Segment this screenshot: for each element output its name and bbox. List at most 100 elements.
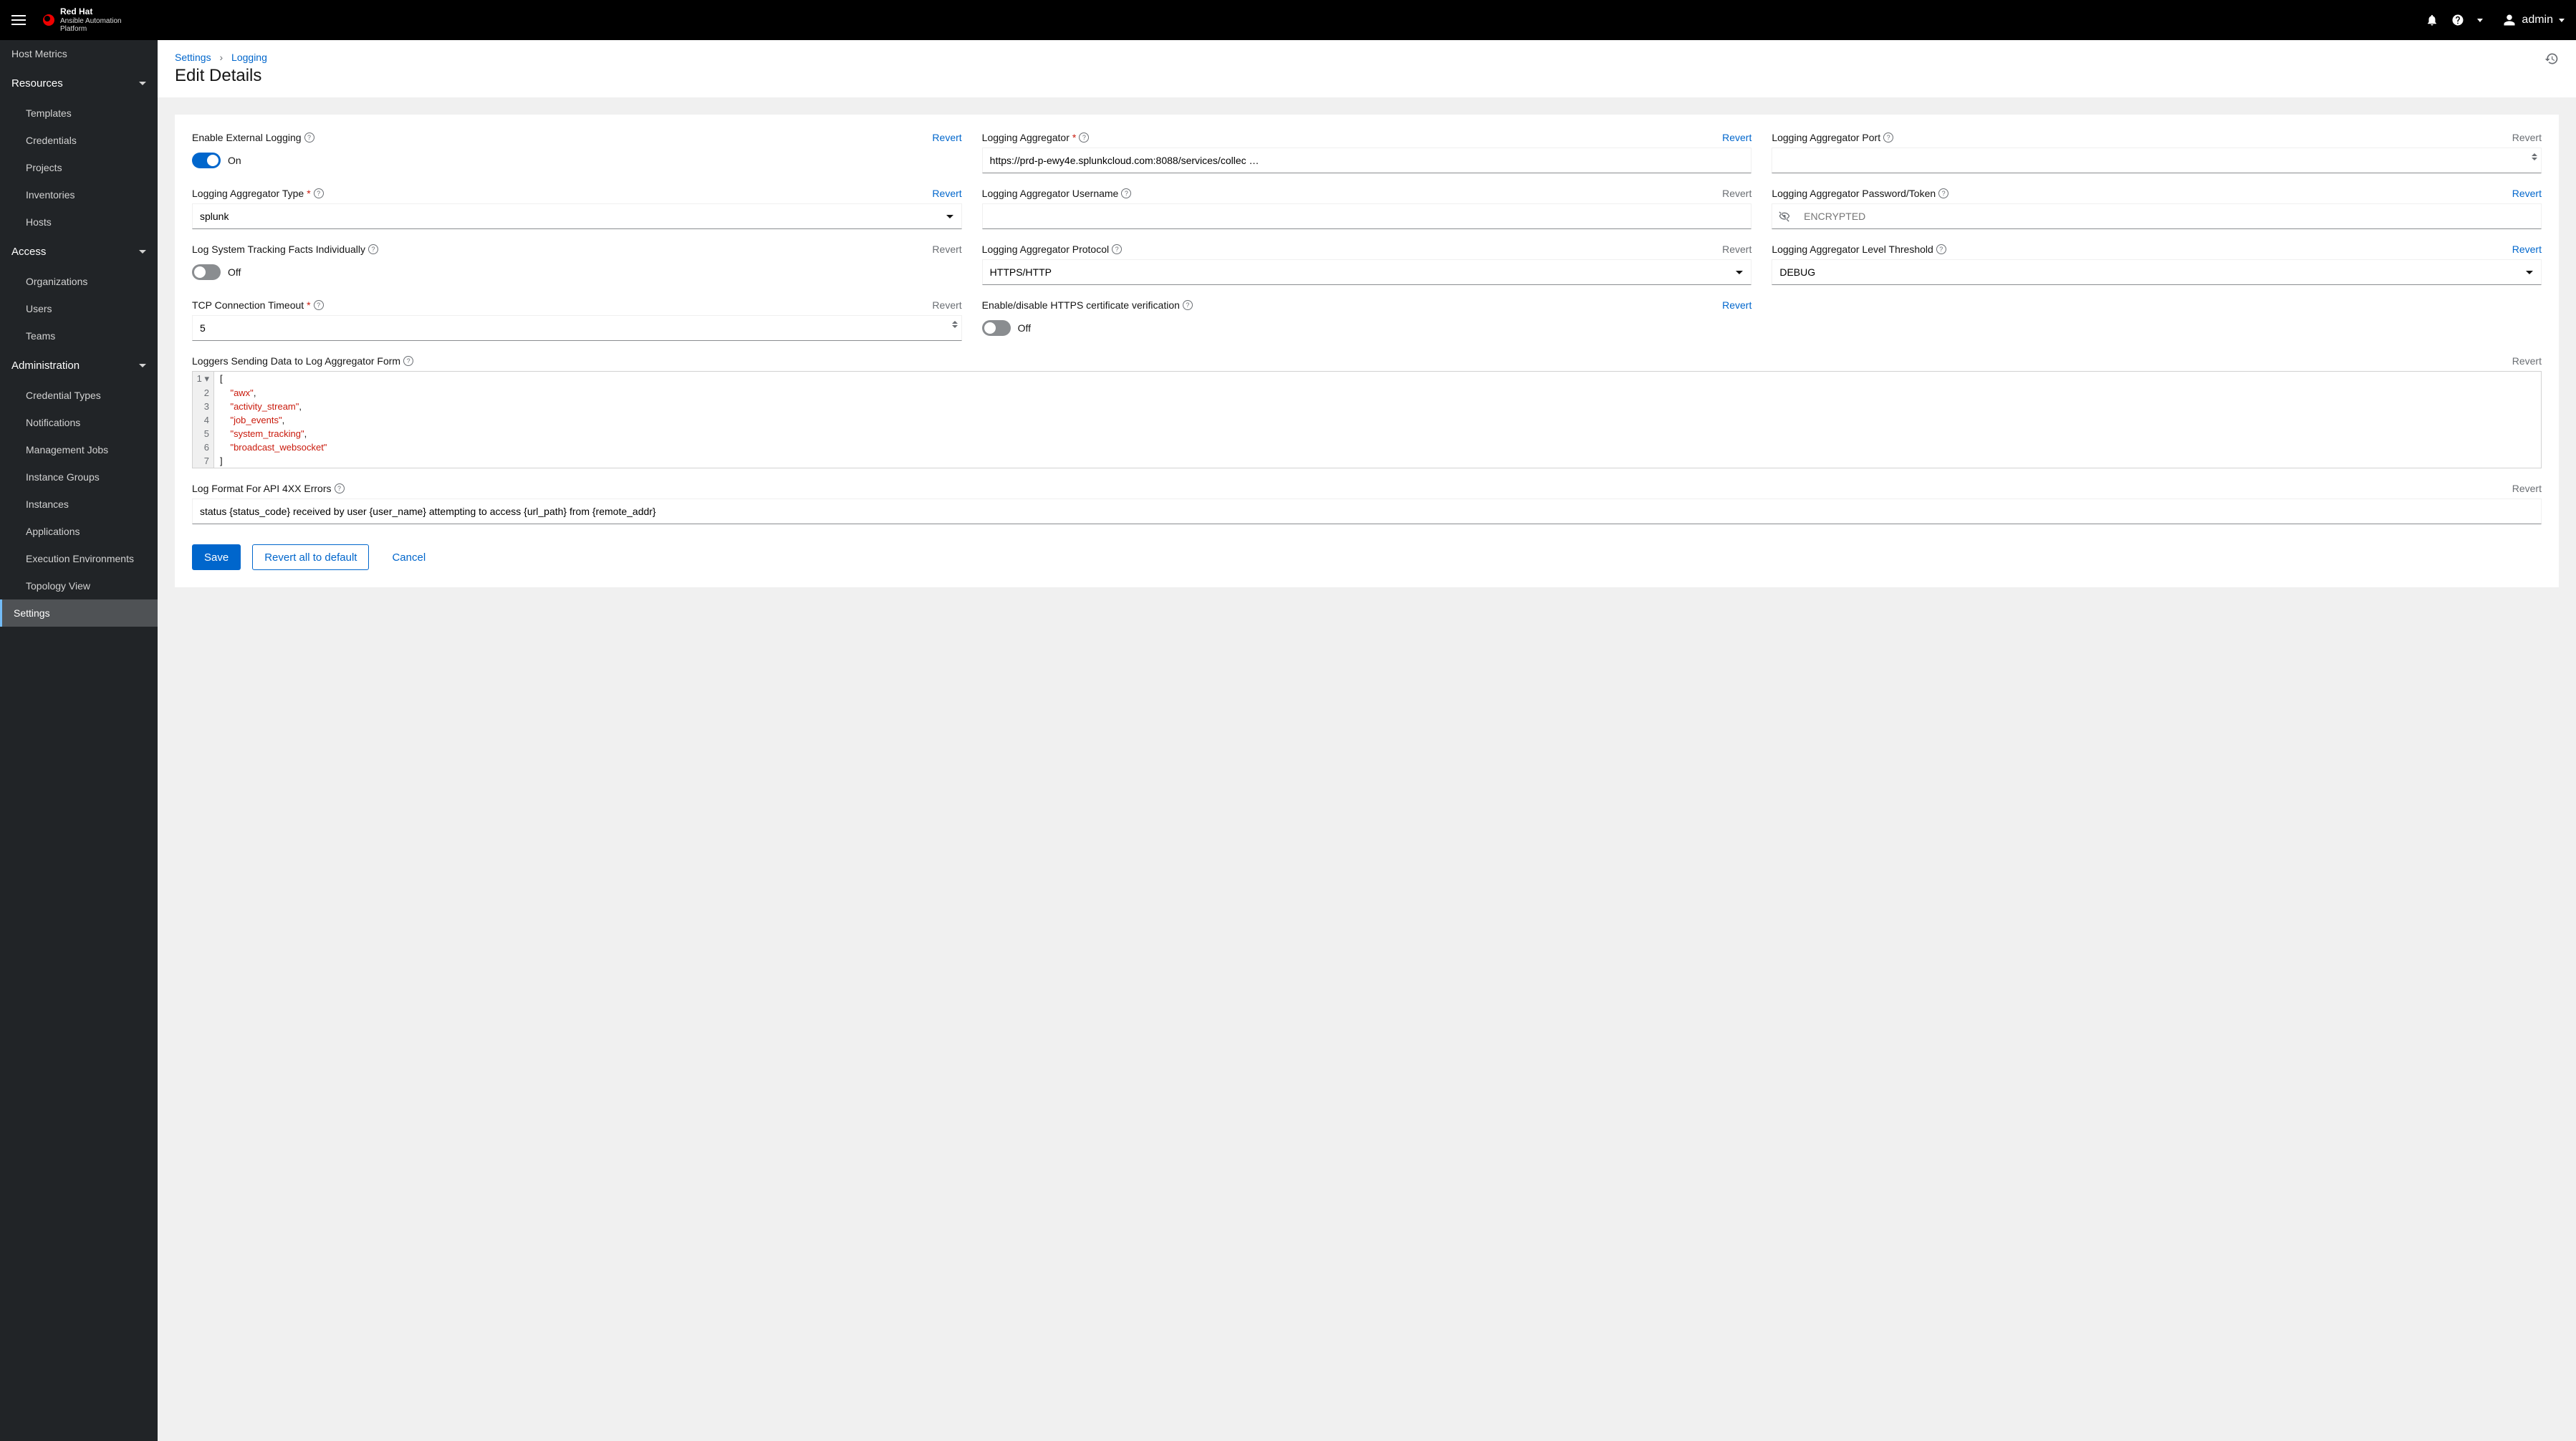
- help-icon[interactable]: [2451, 14, 2464, 26]
- chevron-down-icon: [139, 82, 146, 85]
- help-icon[interactable]: ?: [403, 356, 413, 366]
- revert-link[interactable]: Revert: [1722, 299, 1751, 311]
- type-select[interactable]: splunk: [192, 203, 962, 229]
- revert-link[interactable]: Revert: [932, 188, 961, 199]
- field-enable-external-logging: Enable External Logging ?Revert On: [192, 132, 962, 173]
- help-icon[interactable]: ?: [314, 188, 324, 198]
- sidebar-item-execution-environments[interactable]: Execution Environments: [0, 545, 158, 572]
- https-verify-toggle[interactable]: [982, 320, 1011, 336]
- field-label: Logging Aggregator: [982, 132, 1070, 143]
- revert-link[interactable]: Revert: [2512, 483, 2542, 494]
- breadcrumb-logging[interactable]: Logging: [231, 52, 267, 63]
- port-input[interactable]: [1772, 148, 2542, 173]
- field-https-verify: Enable/disable HTTPS certificate verific…: [982, 299, 1752, 341]
- sidebar: Host Metrics Resources Templates Credent…: [0, 40, 158, 1441]
- help-icon[interactable]: ?: [1183, 300, 1193, 310]
- help-icon[interactable]: ?: [1936, 244, 1946, 254]
- field-tcp-timeout: TCP Connection Timeout * ?Revert: [192, 299, 962, 341]
- help-icon[interactable]: ?: [314, 300, 324, 310]
- password-input[interactable]: [1797, 203, 2542, 229]
- user-menu-caret-icon: [2559, 19, 2565, 22]
- log-format-input[interactable]: [192, 498, 2542, 524]
- revert-link[interactable]: Revert: [2512, 244, 2542, 255]
- sidebar-section-administration[interactable]: Administration: [0, 350, 158, 382]
- chevron-down-icon: [139, 364, 146, 367]
- help-icon[interactable]: ?: [335, 483, 345, 493]
- sidebar-item-instance-groups[interactable]: Instance Groups: [0, 463, 158, 491]
- user-menu[interactable]: admin: [2503, 14, 2565, 26]
- sidebar-item-instances[interactable]: Instances: [0, 491, 158, 518]
- revert-link[interactable]: Revert: [1722, 188, 1751, 199]
- revert-link[interactable]: Revert: [1722, 244, 1751, 255]
- revert-link[interactable]: Revert: [1722, 132, 1751, 143]
- redhat-icon: [43, 14, 54, 26]
- help-menu-caret-icon[interactable]: [2477, 19, 2483, 22]
- history-icon[interactable]: [2544, 52, 2559, 69]
- revert-link[interactable]: Revert: [932, 244, 961, 255]
- main-content: Settings › Logging Edit Details Enable E…: [158, 40, 2576, 1441]
- threshold-select[interactable]: DEBUG: [1772, 259, 2542, 285]
- aggregator-input[interactable]: [982, 148, 1752, 173]
- revert-link[interactable]: Revert: [932, 299, 961, 311]
- save-button[interactable]: Save: [192, 544, 241, 570]
- number-spinner[interactable]: [2532, 153, 2537, 160]
- sidebar-item-notifications[interactable]: Notifications: [0, 409, 158, 436]
- revert-link[interactable]: Revert: [932, 132, 961, 143]
- help-icon[interactable]: ?: [304, 132, 314, 143]
- sidebar-item-applications[interactable]: Applications: [0, 518, 158, 545]
- toggle-state-label: Off: [1018, 322, 1031, 334]
- sidebar-item-topology-view[interactable]: Topology View: [0, 572, 158, 599]
- sidebar-item-templates[interactable]: Templates: [0, 100, 158, 127]
- help-icon[interactable]: ?: [1112, 244, 1122, 254]
- sidebar-item-projects[interactable]: Projects: [0, 154, 158, 181]
- sidebar-item-hosts[interactable]: Hosts: [0, 208, 158, 236]
- revert-link[interactable]: Revert: [2512, 188, 2542, 199]
- field-label: Logging Aggregator Port: [1772, 132, 1880, 143]
- brand-logo: Red Hat Ansible AutomationPlatform: [43, 7, 122, 32]
- track-facts-toggle[interactable]: [192, 264, 221, 280]
- toggle-state-label: Off: [228, 266, 241, 278]
- page-title: Edit Details: [175, 66, 267, 86]
- tcp-timeout-input[interactable]: [192, 315, 962, 341]
- bell-icon[interactable]: [2426, 14, 2438, 26]
- toggle-password-visibility-icon[interactable]: [1772, 203, 1797, 229]
- sidebar-item-credentials[interactable]: Credentials: [0, 127, 158, 154]
- field-aggregator-type: Logging Aggregator Type * ?Revert splunk: [192, 188, 962, 229]
- sidebar-section-label: Access: [11, 246, 46, 258]
- help-icon[interactable]: ?: [1883, 132, 1893, 143]
- sidebar-item-teams[interactable]: Teams: [0, 322, 158, 350]
- help-icon[interactable]: ?: [368, 244, 378, 254]
- sidebar-section-resources[interactable]: Resources: [0, 67, 158, 100]
- field-port: Logging Aggregator Port ? Revert: [1772, 132, 2542, 173]
- nav-toggle-button[interactable]: [11, 11, 29, 29]
- brand-line1: Red Hat: [60, 7, 122, 16]
- username-input[interactable]: [982, 203, 1752, 229]
- breadcrumb-settings[interactable]: Settings: [175, 52, 211, 63]
- help-icon[interactable]: ?: [1079, 132, 1089, 143]
- sidebar-item-settings[interactable]: Settings: [0, 599, 158, 627]
- field-label: Logging Aggregator Password/Token: [1772, 188, 1936, 199]
- sidebar-item-users[interactable]: Users: [0, 295, 158, 322]
- field-label: Enable External Logging: [192, 132, 302, 143]
- cancel-button[interactable]: Cancel: [380, 544, 437, 570]
- protocol-select[interactable]: HTTPS/HTTP: [982, 259, 1752, 285]
- number-spinner[interactable]: [952, 321, 958, 328]
- user-icon: [2503, 14, 2516, 26]
- help-icon[interactable]: ?: [1121, 188, 1131, 198]
- sidebar-item-management-jobs[interactable]: Management Jobs: [0, 436, 158, 463]
- field-loggers-list: Loggers Sending Data to Log Aggregator F…: [192, 355, 2542, 468]
- sidebar-item-organizations[interactable]: Organizations: [0, 268, 158, 295]
- loggers-code-editor[interactable]: 1 ▾[2 "awx",3 "activity_stream",4 "job_e…: [192, 371, 2542, 468]
- field-label: Logging Aggregator Type: [192, 188, 304, 199]
- revert-link[interactable]: Revert: [2512, 132, 2542, 143]
- revert-all-button[interactable]: Revert all to default: [252, 544, 369, 570]
- sidebar-item-credential-types[interactable]: Credential Types: [0, 382, 158, 409]
- sidebar-section-access[interactable]: Access: [0, 236, 158, 268]
- top-bar: Red Hat Ansible AutomationPlatform admin: [0, 0, 2576, 40]
- chevron-down-icon: [139, 250, 146, 254]
- revert-link[interactable]: Revert: [2512, 355, 2542, 367]
- sidebar-item-host-metrics[interactable]: Host Metrics: [0, 40, 158, 67]
- help-icon[interactable]: ?: [1938, 188, 1948, 198]
- enable-logging-toggle[interactable]: [192, 153, 221, 168]
- sidebar-item-inventories[interactable]: Inventories: [0, 181, 158, 208]
